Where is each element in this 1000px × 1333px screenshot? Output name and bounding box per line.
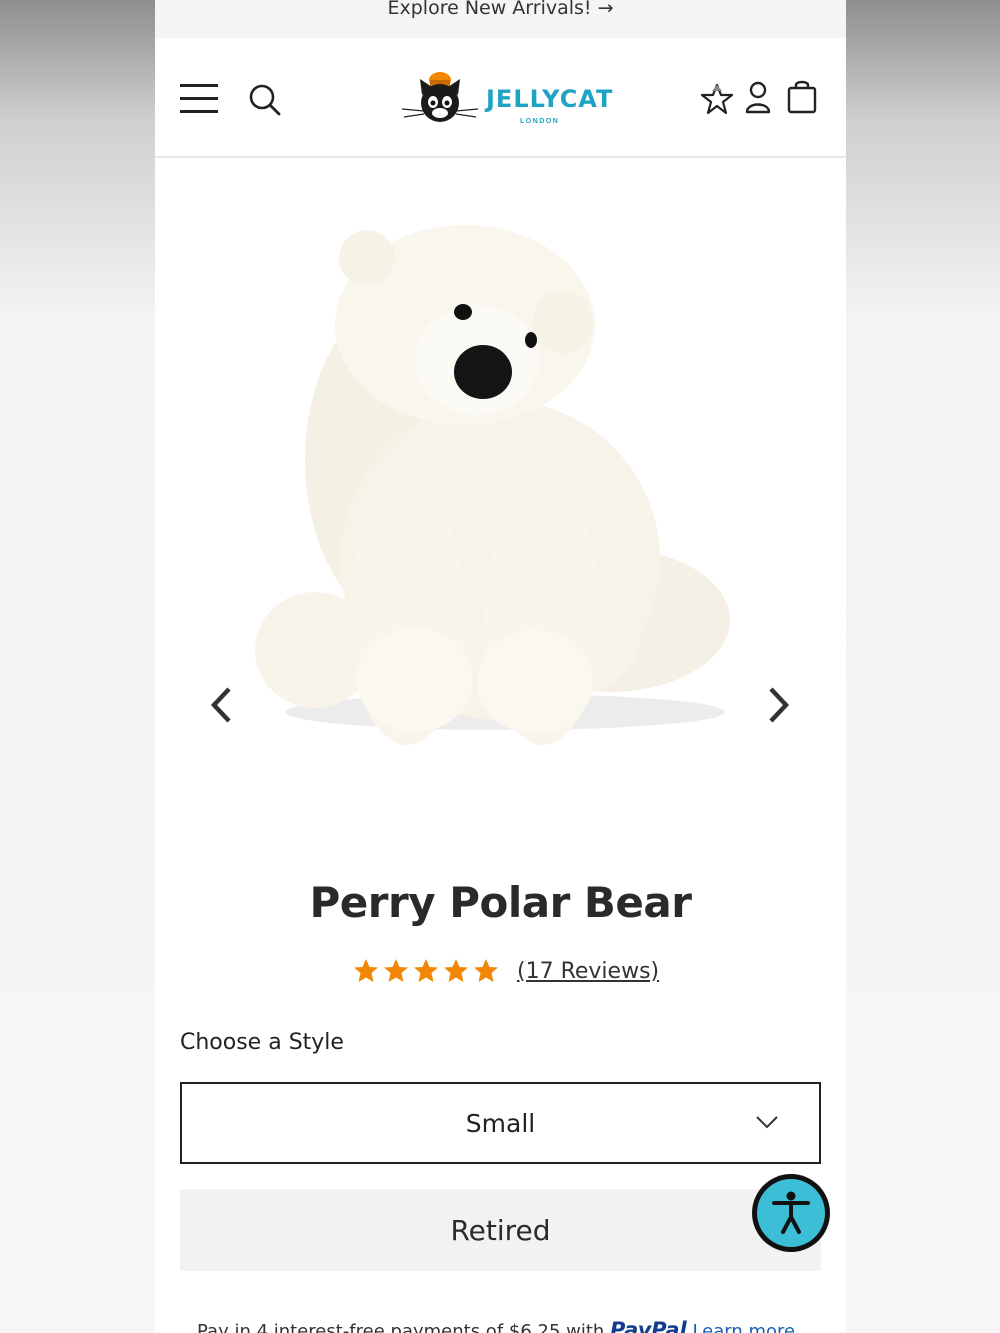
style-select[interactable]: Small — [180, 1082, 821, 1164]
product-rating: (17 Reviews) — [353, 955, 659, 987]
paypal-installments: Pay in 4 interest-free payments of $6.25… — [197, 1318, 795, 1333]
paypal-logo: PayPal — [610, 1318, 687, 1333]
wishlist-star-icon[interactable] — [700, 82, 734, 116]
star-icon — [474, 959, 498, 982]
accessibility-button[interactable] — [752, 1174, 830, 1252]
chevron-down-icon — [756, 1116, 778, 1129]
accessibility-button-face — [757, 1179, 825, 1247]
selected-style-value: Small — [465, 1108, 536, 1138]
promo-banner[interactable]: Explore New Arrivals! → — [155, 0, 846, 38]
search-icon[interactable] — [248, 83, 282, 117]
retired-label: Retired — [450, 1213, 551, 1247]
retired-button[interactable]: Retired — [180, 1189, 821, 1271]
star-icon — [414, 959, 438, 982]
product-title: Perry Polar Bear — [309, 878, 692, 927]
learn-more-link[interactable]: Learn more — [692, 1321, 795, 1333]
previous-image-arrow-icon[interactable] — [207, 685, 237, 725]
next-image-arrow-icon[interactable] — [763, 685, 793, 725]
product-page: Explore New Arrivals! → JELLYCAT LONDON … — [155, 0, 846, 1333]
logo-wordmark: JELLYCAT — [486, 85, 614, 113]
style-label: Choose a Style — [180, 1030, 344, 1055]
paypal-text: Pay in 4 interest-free payments of $6.25… — [197, 1321, 605, 1333]
cat-mascot-icon — [401, 72, 479, 122]
product-image-gallery[interactable] — [155, 160, 846, 840]
reviews-link[interactable]: (17 Reviews) — [517, 959, 659, 984]
logo-subtitle: LONDON — [520, 118, 560, 125]
promo-text[interactable]: Explore New Arrivals! → — [387, 0, 613, 18]
star-icon — [384, 959, 408, 982]
menu-icon[interactable] — [180, 84, 218, 114]
star-icon — [354, 959, 378, 982]
shopping-bag-icon[interactable] — [785, 78, 819, 114]
polar-bear-product-image — [255, 225, 730, 745]
rating-stars — [353, 958, 499, 984]
jellycat-logo[interactable]: JELLYCAT LONDON — [400, 63, 612, 133]
accessibility-icon — [772, 1191, 810, 1234]
site-header: JELLYCAT LONDON — [155, 38, 846, 158]
star-icon — [444, 959, 468, 982]
account-icon[interactable] — [742, 80, 774, 114]
